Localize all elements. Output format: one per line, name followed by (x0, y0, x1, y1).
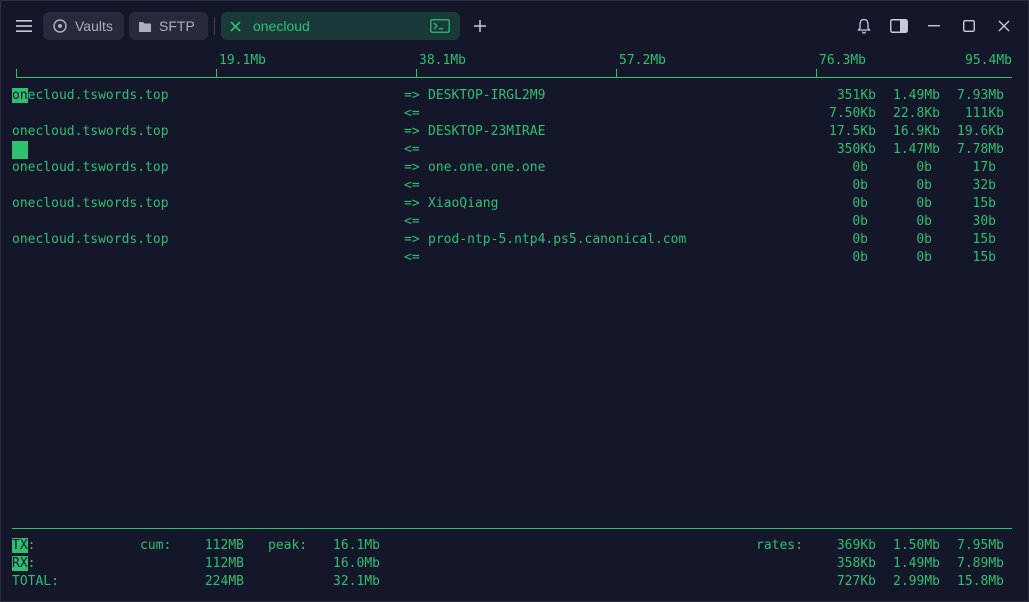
footer-divider (12, 528, 1012, 529)
scale-axis (16, 77, 1012, 78)
source-host: onecloud.tswords.top (12, 196, 169, 211)
out-arrow: => (404, 124, 420, 139)
in-arrow: <= (404, 106, 420, 121)
rx-colon: : (27, 556, 36, 571)
scale-tick (416, 69, 417, 78)
title-bar: Vaults SFTP onecloud (0, 0, 1029, 52)
in-arrow: <= (404, 250, 420, 265)
scale-tick (216, 69, 217, 78)
tab-sftp[interactable]: SFTP (129, 12, 208, 40)
out-arrow: => (404, 88, 420, 103)
scale-label: 38.1Mb (419, 53, 466, 68)
close-window-icon[interactable] (994, 16, 1014, 36)
rx-label: RX: (12, 555, 35, 573)
tx-peak-value: 16.1Mb (333, 538, 380, 553)
tx-rate-40s: 7.95Mb (957, 538, 1004, 553)
out-arrow: => (404, 196, 420, 211)
terminal-icon[interactable] (430, 19, 450, 33)
tab-sftp-label: SFTP (159, 18, 195, 34)
rate-2s: 0b (852, 214, 868, 229)
rate-40s: 111Kb (964, 106, 1004, 121)
rx-cum-value: 112MB (204, 556, 244, 571)
out-arrow: => (404, 160, 420, 175)
rate-40s: 19.6Kb (957, 124, 1004, 139)
tx-label: TX: (12, 537, 35, 555)
rx-label-highlight: RX (12, 556, 28, 571)
total-peak-value: 32.1Mb (333, 574, 380, 589)
rate-2s: 0b (852, 160, 868, 175)
total-rate-40s: 15.8Mb (957, 574, 1004, 589)
source-host: onecloud.tswords.top (12, 124, 169, 139)
scale-tick (616, 69, 617, 78)
tab-onecloud-label: onecloud (253, 18, 310, 34)
dest-host: XiaoQiang (428, 196, 499, 211)
vault-icon (53, 19, 67, 33)
tab-vaults[interactable]: Vaults (43, 12, 124, 40)
rate-40s: 15b (972, 196, 996, 211)
scale-tick (16, 69, 17, 78)
scale-tick (816, 69, 817, 78)
menu-icon[interactable] (14, 16, 34, 36)
folder-icon (139, 21, 151, 32)
rate-2s: 0b (852, 232, 868, 247)
out-arrow: => (404, 232, 420, 247)
rate-40s: 15b (972, 232, 996, 247)
rx-rate-40s: 7.89Mb (957, 556, 1004, 571)
source-host: onecloud.tswords.top (12, 87, 169, 105)
source-host: onecloud.tswords.top (12, 160, 169, 175)
rate-10s: 0b (916, 232, 932, 247)
scale-label: 19.1Mb (219, 53, 266, 68)
rate-2s: 0b (852, 196, 868, 211)
rate-40s: 7.93Mb (957, 88, 1004, 103)
rate-10s: 0b (916, 160, 932, 175)
in-arrow: <= (404, 142, 420, 157)
rate-10s: 0b (916, 250, 932, 265)
terminal-block-cursor (12, 141, 28, 159)
new-tab-plus-icon[interactable] (470, 16, 490, 36)
terminal-cursor: on (12, 88, 28, 103)
in-arrow: <= (404, 214, 420, 229)
tx-colon: : (27, 538, 36, 553)
in-arrow: <= (404, 178, 420, 193)
scale-label: 76.3Mb (819, 53, 866, 68)
scale-label: 95.4Mb (965, 53, 1012, 68)
terminal-area[interactable]: 19.1Mb 38.1Mb 57.2Mb 76.3Mb 95.4Mb onecl… (0, 52, 1029, 602)
source-host-rest: ecloud.tswords.top (27, 88, 169, 103)
total-cum-value: 224MB (204, 574, 244, 589)
rate-2s: 0b (852, 250, 868, 265)
dest-host: DESKTOP-IRGL2M9 (428, 88, 546, 103)
rate-40s: 15b (972, 250, 996, 265)
dest-host: prod-ntp-5.ntp4.ps5.canonical.com (428, 232, 687, 247)
maximize-icon[interactable] (959, 16, 979, 36)
rate-10s: 0b (916, 196, 932, 211)
rate-40s: 30b (972, 214, 996, 229)
rate-10s: 0b (916, 178, 932, 193)
close-tab-icon[interactable] (230, 20, 241, 32)
side-panel-icon[interactable] (888, 16, 910, 36)
minimize-icon[interactable] (924, 16, 944, 36)
dest-host: DESKTOP-23MIRAE (428, 124, 546, 139)
bell-icon[interactable] (854, 16, 874, 36)
rate-40s: 32b (972, 178, 996, 193)
rate-2s: 0b (852, 178, 868, 193)
rate-40s: 7.78Mb (957, 142, 1004, 157)
tab-separator (214, 17, 215, 35)
scale-label: 57.2Mb (619, 53, 666, 68)
tab-onecloud[interactable]: onecloud (221, 12, 460, 40)
rx-peak-value: 16.0Mb (333, 556, 380, 571)
total-label: TOTAL: (12, 574, 59, 589)
tx-label-highlight: TX (12, 538, 28, 553)
tab-vaults-label: Vaults (75, 18, 113, 34)
tx-cum-value: 112MB (204, 538, 244, 553)
dest-host: one.one.one.one (428, 160, 546, 175)
source-host: onecloud.tswords.top (12, 232, 169, 247)
rate-10s: 0b (916, 214, 932, 229)
rate-40s: 17b (972, 160, 996, 175)
